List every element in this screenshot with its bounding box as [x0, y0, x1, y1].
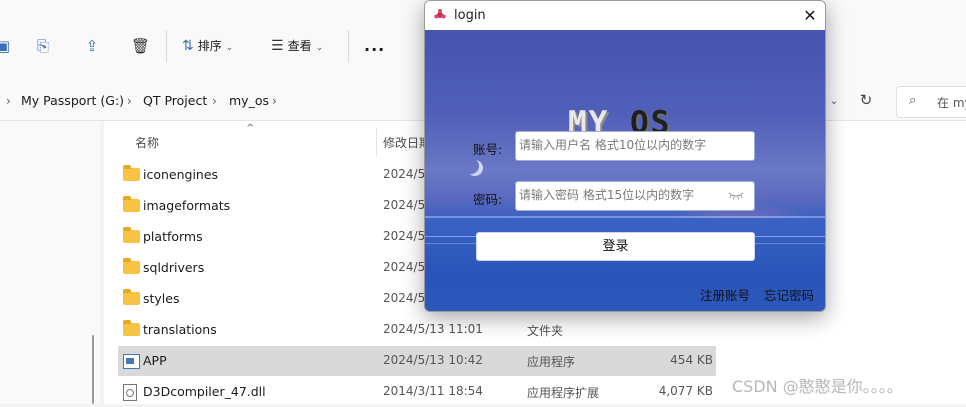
file-row[interactable]: translations 2024/5/13 11:01 文件夹	[118, 315, 716, 345]
file-size: 454 KB	[670, 353, 713, 367]
file-type: 应用程序扩展	[527, 386, 600, 400]
file-row[interactable]: APP 2024/5/13 10:42 应用程序 454 KB	[118, 346, 716, 376]
app-file-icon	[123, 354, 140, 369]
file-date: 2024/5	[383, 198, 426, 212]
file-name: D3Dcompiler_47.dll	[143, 384, 266, 399]
file-size: 4,077 KB	[658, 384, 713, 398]
file-name: imageformats	[143, 198, 231, 213]
breadcrumb-separator: ›	[212, 94, 217, 108]
file-name: styles	[143, 291, 180, 306]
password-field-box[interactable]	[515, 181, 755, 211]
breadcrumb-item[interactable]: QT Project	[143, 92, 207, 110]
file-date: 2024/5	[383, 291, 426, 305]
folder-icon	[123, 196, 140, 212]
copy-icon[interactable]: ▣	[0, 37, 12, 55]
window-title: login	[454, 8, 486, 23]
login-background: MY OS 账号: 密码: 登录 注册账号 忘记密码	[425, 30, 825, 311]
account-label: 账号:	[473, 142, 503, 157]
login-window: login ✕ MY OS 账号: 密码: 登录 注册账号	[424, 0, 826, 312]
register-link[interactable]: 注册账号	[700, 285, 750, 304]
account-input[interactable]	[516, 132, 719, 158]
sort-button[interactable]: ⇅ 排序 ⌄	[182, 37, 233, 55]
file-date: 2024/5	[383, 167, 426, 181]
file-date: 2024/5	[383, 260, 426, 274]
chevron-down-icon: ⌄	[315, 43, 324, 53]
view-button[interactable]: ☰ 查看 ⌄	[271, 37, 323, 55]
delete-icon[interactable]: 🗑	[131, 37, 150, 55]
horizon-line	[425, 216, 825, 218]
folder-icon	[123, 227, 140, 243]
file-date: 2014/3/11 18:54	[383, 384, 483, 398]
account-field-box[interactable]	[515, 131, 755, 161]
search-box[interactable]: ⌕ 在 my	[896, 86, 966, 118]
password-input[interactable]	[516, 182, 719, 208]
column-header-name[interactable]: 名称	[135, 134, 159, 151]
folder-icon	[123, 165, 140, 181]
file-name: translations	[143, 322, 217, 337]
more-icon: ...	[364, 36, 386, 55]
watermark: CSDN @憨憨是你。。。。	[732, 377, 903, 396]
file-row[interactable]: D3Dcompiler_47.dll 2014/3/11 18:54 应用程序扩展 4…	[118, 377, 716, 407]
app-icon	[434, 9, 446, 19]
dll-file-icon	[123, 384, 137, 402]
sort-ascending-icon: ^	[246, 123, 255, 134]
breadcrumb-item[interactable]: my_os	[229, 92, 269, 110]
navigation-pane	[0, 121, 100, 404]
breadcrumb-separator: ›	[6, 94, 11, 108]
search-placeholder: 在 my	[937, 96, 966, 110]
more-button[interactable]: ...	[364, 37, 385, 55]
rename-icon[interactable]: ⎘	[34, 37, 52, 55]
refresh-icon[interactable]: ↻	[856, 90, 876, 110]
breadcrumb-separator: ›	[272, 94, 277, 108]
password-label: 密码:	[473, 192, 503, 207]
chevron-down-icon[interactable]: ⌄	[824, 92, 844, 110]
file-type: 文件夹	[527, 324, 564, 338]
eye-icon[interactable]	[728, 191, 744, 201]
close-icon[interactable]: ✕	[795, 1, 825, 30]
login-button[interactable]: 登录	[476, 232, 755, 261]
chevron-down-icon: ⌄	[225, 43, 234, 53]
forgot-password-link[interactable]: 忘记密码	[764, 285, 814, 304]
view-icon: ☰	[271, 38, 284, 54]
toolbar-divider	[348, 30, 349, 62]
folder-icon	[123, 289, 140, 305]
column-divider[interactable]	[376, 128, 377, 156]
moon-icon	[463, 158, 479, 174]
breadcrumb-item[interactable]: My Passport (G:)	[21, 92, 124, 110]
file-date: 2024/5	[383, 229, 426, 243]
navigation-scrollbar[interactable]	[92, 335, 94, 404]
file-name: sqldrivers	[143, 260, 205, 275]
folder-icon	[123, 258, 140, 274]
toolbar-divider	[166, 30, 167, 62]
title-bar[interactable]: login ✕	[425, 1, 825, 30]
file-name: platforms	[143, 229, 203, 244]
file-date: 2024/5/13 10:42	[383, 353, 483, 367]
search-icon: ⌕	[909, 93, 917, 108]
share-icon[interactable]: ⇪	[83, 37, 101, 55]
sort-icon: ⇅	[182, 38, 194, 54]
file-type: 应用程序	[527, 355, 576, 369]
file-name: APP	[143, 353, 167, 368]
breadcrumb-separator: ›	[127, 94, 132, 108]
file-name: iconengines	[143, 167, 219, 182]
file-date: 2024/5/13 11:01	[383, 322, 483, 336]
folder-icon	[123, 320, 140, 336]
